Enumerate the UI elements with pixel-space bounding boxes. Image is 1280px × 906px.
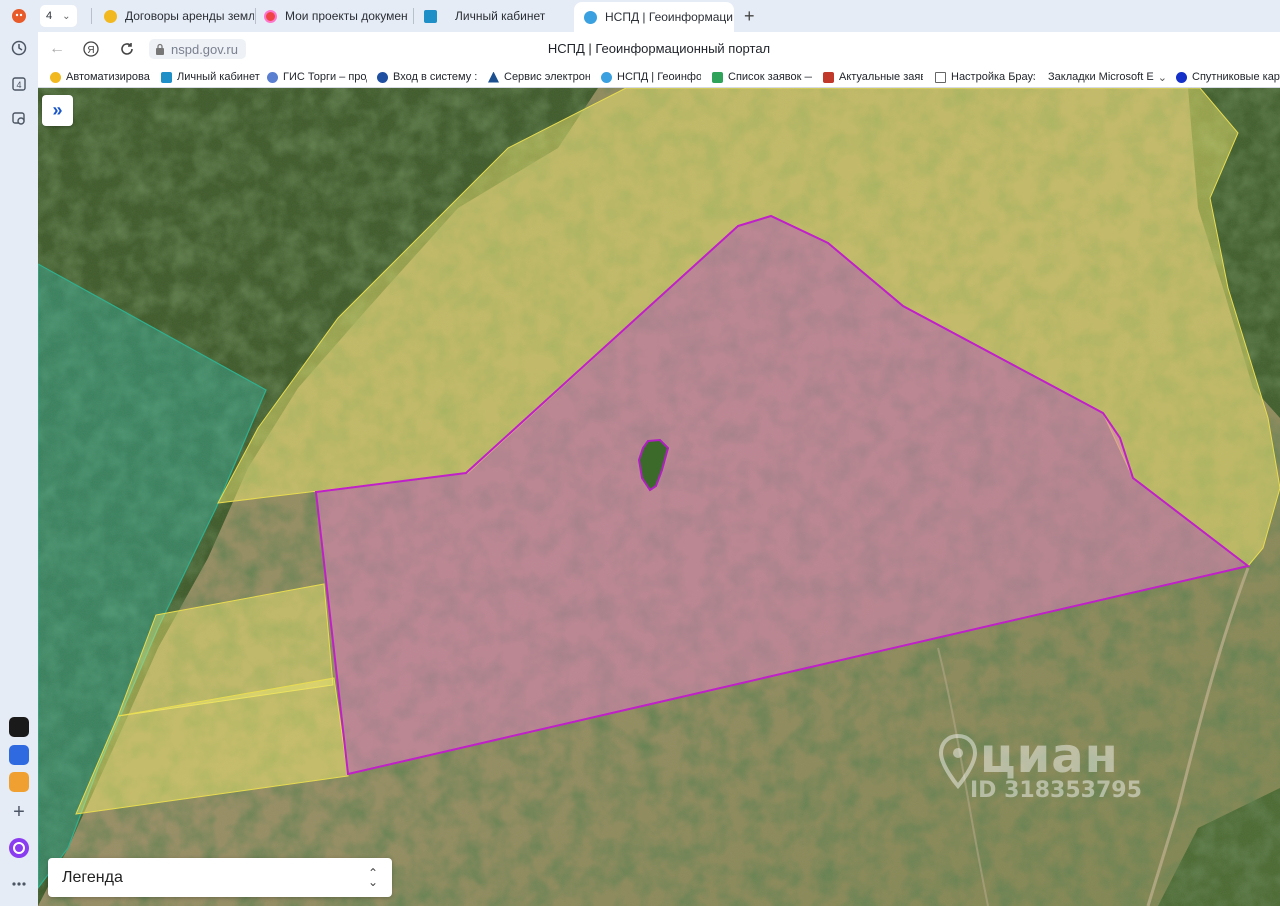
- bookmark-favicon-icon: [161, 71, 172, 83]
- bookmark-label: Список заявок —: [728, 71, 812, 83]
- address-bar-row: ← Я nspd.gov.ru НСПД | Геоинформационный…: [38, 32, 1280, 66]
- bookmark-label: Личный кабинет: [177, 71, 260, 83]
- app-messenger-icon[interactable]: [9, 745, 29, 765]
- expand-collapse-icon[interactable]: ⌃ ⌄: [368, 867, 378, 888]
- app-alice-icon[interactable]: [9, 717, 29, 737]
- bookmark-label: ГИС Торги – прод: [283, 71, 367, 83]
- bookmark-label: Актуальные заяв: [839, 71, 923, 83]
- tab-favicon-icon: [584, 10, 597, 24]
- history-icon[interactable]: [7, 36, 31, 60]
- bookmark-item[interactable]: Сервис электрон: [488, 69, 590, 85]
- tab-divider: [413, 8, 414, 24]
- tab-divider: [91, 8, 92, 24]
- map-canvas[interactable]: » циан ID 318353795 Легенда ⌃ ⌄: [38, 88, 1280, 906]
- add-app-icon[interactable]: +: [7, 800, 31, 824]
- app-mail-icon[interactable]: [9, 772, 29, 792]
- bookmark-favicon-icon: [712, 71, 723, 83]
- bookmark-item[interactable]: Настройка Брауз: [935, 69, 1035, 85]
- bookmark-favicon-icon: [267, 71, 278, 83]
- browser-sidebar: 4 +: [0, 0, 38, 906]
- bookmark-item[interactable]: Вход в систему :: I: [377, 69, 477, 85]
- bookmark-label: Сервис электрон: [504, 71, 590, 83]
- bookmark-item[interactable]: ГИС Торги – прод: [267, 69, 367, 85]
- new-tab-button[interactable]: +: [744, 4, 755, 28]
- legend-dropdown[interactable]: Легенда ⌃ ⌄: [48, 858, 392, 897]
- tab-nspd-active[interactable]: НСПД | Геоинформаци ✕: [574, 2, 734, 32]
- bookmarks-folder[interactable]: Закладки Microsoft E ⌄: [1048, 69, 1165, 85]
- bookmark-favicon-icon: [488, 71, 499, 83]
- bookmark-favicon-icon: [601, 71, 612, 83]
- tab-land-lease[interactable]: Договоры аренды земли: [104, 4, 254, 28]
- bookmark-item[interactable]: Спутниковые карт: [1176, 69, 1280, 85]
- tab-label: НСПД | Геоинформаци: [605, 10, 733, 24]
- tab-label: Договоры аренды земли: [125, 9, 254, 23]
- bookmark-label: Автоматизирован: [66, 71, 150, 83]
- bookmark-item[interactable]: Список заявок —: [712, 69, 812, 85]
- page-icon: [935, 71, 946, 83]
- bookmark-label: Настройка Брауз: [951, 71, 1035, 83]
- page-title: НСПД | Геоинформационный портал: [547, 41, 771, 56]
- bookmark-label: Вход в систему :: I: [393, 71, 477, 83]
- bookmark-favicon-icon: [1176, 71, 1187, 83]
- tab-favicon-icon: [424, 9, 437, 23]
- tabs-counter-icon[interactable]: 4: [7, 72, 31, 96]
- legend-label: Легенда: [62, 868, 123, 886]
- tab-label: Мои проекты документов: [285, 9, 408, 23]
- more-icon[interactable]: [7, 872, 31, 896]
- browser-logo-icon[interactable]: [7, 4, 31, 28]
- tab-favicon-icon: [264, 9, 277, 23]
- watermark-id: ID 318353795: [970, 778, 1142, 803]
- tab-divider: [255, 8, 256, 24]
- bookmark-label: Спутниковые карт: [1192, 71, 1280, 83]
- assistant-icon[interactable]: [7, 836, 31, 860]
- bookmarks-bar: Автоматизирован Личный кабинет ГИС Торги…: [38, 66, 1280, 88]
- tab-label: Личный кабинет: [455, 9, 546, 23]
- tab-personal-cabinet[interactable]: Личный кабинет: [424, 4, 574, 28]
- bookmark-item[interactable]: НСПД | Геоинфор: [601, 69, 701, 85]
- tab-my-projects[interactable]: Мои проекты документов: [264, 4, 408, 28]
- svg-text:4: 4: [16, 80, 21, 90]
- tab-group-counter[interactable]: 4 ⌄: [40, 5, 77, 27]
- expand-panel-button[interactable]: »: [42, 95, 73, 126]
- bookmark-favicon-icon: [823, 71, 834, 83]
- watermark-brand: циан: [980, 728, 1119, 784]
- chevron-down-icon: ⌄: [1157, 71, 1165, 84]
- bookmark-item[interactable]: Актуальные заяв: [823, 69, 923, 85]
- bookmark-label: НСПД | Геоинфор: [617, 71, 701, 83]
- chevron-down-icon: ⌄: [62, 10, 71, 22]
- bookmark-item[interactable]: Автоматизирован: [50, 69, 150, 85]
- bookmark-item[interactable]: Личный кабинет: [161, 69, 261, 85]
- watermark: циан ID 318353795: [938, 728, 1142, 803]
- bookmark-favicon-icon: [50, 71, 61, 83]
- tab-favicon-icon: [104, 9, 117, 23]
- screenshot-icon[interactable]: [7, 106, 31, 130]
- tab-count: 4: [46, 10, 53, 22]
- bookmark-favicon-icon: [377, 71, 388, 83]
- bookmark-label: Закладки Microsoft E: [1048, 71, 1154, 83]
- location-pin-icon: [938, 734, 978, 790]
- tab-strip: 4 ⌄ Договоры аренды земли Мои проекты до…: [38, 0, 1280, 32]
